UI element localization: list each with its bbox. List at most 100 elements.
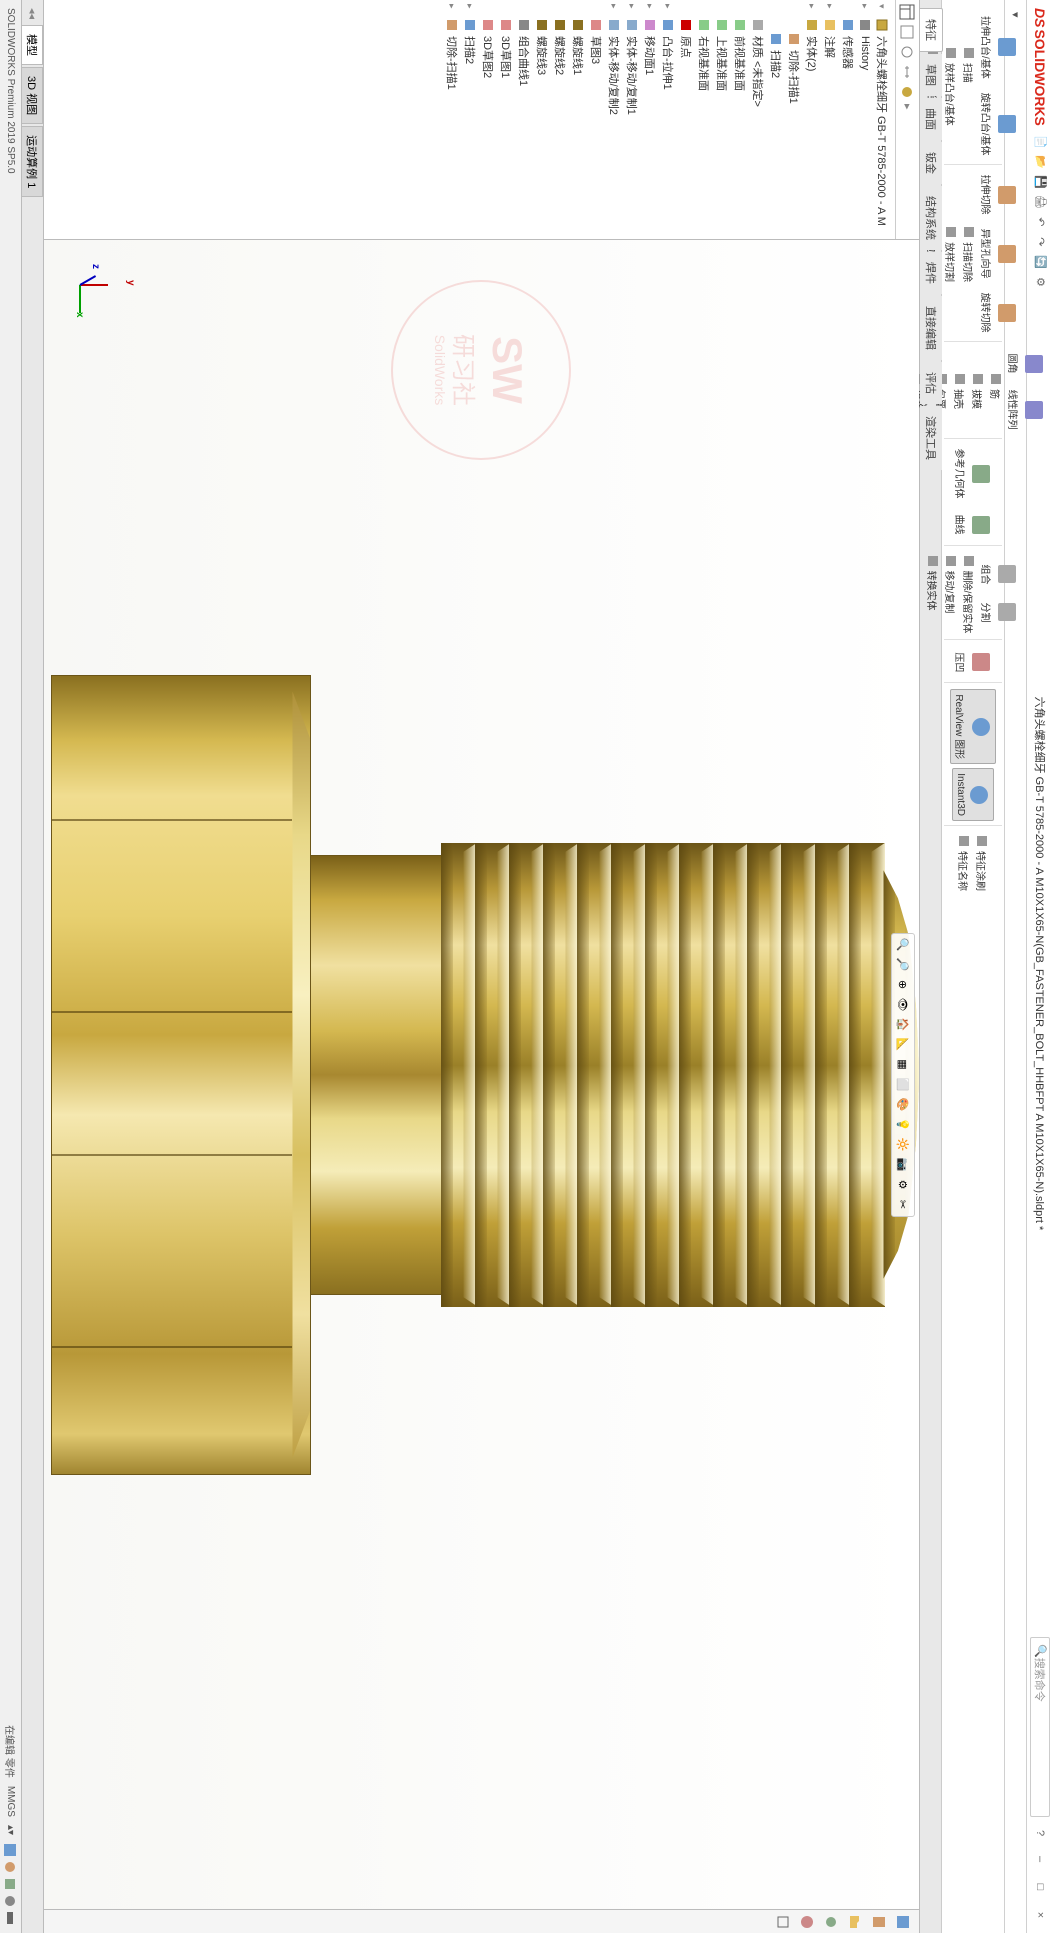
ribbon-button[interactable]: 异型孔向导 bbox=[978, 225, 1022, 283]
ribbon-button[interactable]: 分割 bbox=[978, 596, 1022, 628]
ribbon-button[interactable]: 旋转凸台/基体 bbox=[978, 89, 1022, 160]
status-icon-5[interactable] bbox=[4, 1911, 18, 1925]
config-manager-icon[interactable] bbox=[900, 44, 916, 60]
ribbon-tab[interactable]: 结构系统 bbox=[920, 186, 942, 250]
ribbon-toggle-button[interactable]: Instant3D bbox=[952, 768, 994, 821]
view-tool-1[interactable]: 🔎 bbox=[894, 956, 912, 974]
tree-item[interactable]: 3D草图2 bbox=[479, 2, 497, 237]
tree-item[interactable]: 传感器 bbox=[839, 2, 857, 237]
view-tool-0[interactable]: 🔍 bbox=[894, 936, 912, 954]
ribbon-button[interactable]: 曲线 bbox=[951, 509, 995, 541]
rebuild-icon[interactable]: 🔄 bbox=[1033, 254, 1049, 270]
ribbon-button[interactable]: 参考几何体 bbox=[951, 445, 995, 503]
tree-item[interactable]: 螺旋线2 bbox=[551, 2, 569, 237]
tree-item[interactable]: 右视基准面 bbox=[695, 2, 713, 237]
tree-item[interactable]: 螺旋线1 bbox=[569, 2, 587, 237]
status-icon-2[interactable] bbox=[4, 1860, 18, 1874]
command-search[interactable]: 🔍 搜索命令 bbox=[1031, 1637, 1051, 1817]
view-tool-8[interactable]: 🎨 bbox=[894, 1096, 912, 1114]
tree-item[interactable]: ▸实体-移动/复制2 bbox=[605, 2, 623, 237]
ribbon-button[interactable]: 拉伸凸台/基体 bbox=[978, 12, 1022, 83]
ribbon-button-small[interactable]: 删除/保留实体 bbox=[961, 552, 978, 636]
save-icon[interactable]: 💾 bbox=[1033, 174, 1049, 190]
dim-manager-icon[interactable] bbox=[900, 64, 916, 80]
model-tab[interactable]: 模型 bbox=[22, 25, 44, 65]
undo-icon[interactable]: ↶ bbox=[1033, 214, 1049, 230]
minimize-button[interactable]: – bbox=[1031, 1849, 1051, 1869]
view-tool-11[interactable]: 📷 bbox=[894, 1156, 912, 1174]
ribbon-tab[interactable]: 特征 bbox=[920, 8, 943, 52]
status-units[interactable]: MMGS bbox=[5, 1786, 16, 1817]
ribbon-button[interactable]: 线性阵列 bbox=[1005, 386, 1049, 434]
ribbon-tab[interactable]: 钣金 bbox=[920, 142, 942, 184]
view-tool-7[interactable]: ⬜ bbox=[894, 1076, 912, 1094]
new-file-icon[interactable]: 📄 bbox=[1033, 134, 1049, 150]
ribbon-tab[interactable]: 焊件 bbox=[920, 252, 942, 294]
status-icon-4[interactable] bbox=[4, 1894, 18, 1908]
ribbon-tab[interactable]: 评估 bbox=[920, 362, 942, 404]
tree-item[interactable]: 螺旋线3 bbox=[533, 2, 551, 237]
tree-item[interactable]: ▸移动面1 bbox=[641, 2, 659, 237]
tree-item[interactable]: ▸注解 bbox=[821, 2, 839, 237]
status-icon-3[interactable] bbox=[4, 1877, 18, 1891]
options-icon[interactable]: ⚙ bbox=[1033, 274, 1049, 290]
ribbon-button-small[interactable]: 特征涂刷 bbox=[974, 832, 991, 893]
tree-item[interactable]: ▸实体-移动/复制1 bbox=[623, 2, 641, 237]
ribbon-button[interactable]: 压凹 bbox=[951, 646, 995, 678]
property-manager-icon[interactable] bbox=[900, 24, 916, 40]
ribbon-toggle-button[interactable]: RealView 图形 bbox=[950, 689, 996, 764]
tree-item[interactable]: 3D草图1 bbox=[497, 2, 515, 237]
view-tool-2[interactable]: ⊕ bbox=[894, 976, 912, 994]
resources-icon[interactable] bbox=[895, 1914, 911, 1930]
tree-item[interactable]: 切除-扫描1 bbox=[785, 2, 803, 237]
view-tool-3[interactable]: 👁 bbox=[894, 996, 912, 1014]
orientation-triad[interactable]: y x z bbox=[72, 254, 132, 314]
ribbon-button[interactable]: 圆角 bbox=[1005, 348, 1049, 380]
feature-manager-icon[interactable] bbox=[900, 4, 916, 20]
maximize-button[interactable]: □ bbox=[1031, 1877, 1051, 1897]
open-file-icon[interactable]: 📂 bbox=[1033, 154, 1049, 170]
ribbon-button-small[interactable]: 转换实体 bbox=[925, 552, 942, 636]
ribbon-tab[interactable]: 草图 bbox=[920, 54, 942, 96]
tree-item[interactable]: ▸凸台-拉伸1 bbox=[659, 2, 677, 237]
view-tool-13[interactable]: ✂ bbox=[894, 1196, 912, 1214]
ribbon-tab[interactable]: 渲染工具 bbox=[920, 406, 942, 470]
model-tab[interactable]: 3D 视图 bbox=[22, 67, 44, 124]
tree-item[interactable]: ▸History bbox=[857, 2, 873, 237]
tree-root[interactable]: ▾ 六角头螺栓细牙 GB-T 5785-2000 - A M bbox=[873, 2, 891, 237]
ribbon-button-small[interactable]: 移动/复制 bbox=[943, 552, 960, 636]
ribbon-button-small[interactable]: 扫描切除 bbox=[961, 223, 978, 284]
graphics-viewport[interactable]: 🔍🔎⊕👁🏠📐▦⬜🎨💡🔆📷⚙✂ SW 研习社 SolidWorks bbox=[44, 240, 919, 1909]
tree-item[interactable]: 扫描2 bbox=[767, 2, 785, 237]
tree-item[interactable]: 材质 <未指定> bbox=[749, 2, 767, 237]
view-palette-icon[interactable] bbox=[823, 1914, 839, 1930]
tree-item[interactable]: 组合曲线1 bbox=[515, 2, 533, 237]
file-explorer-icon[interactable] bbox=[847, 1914, 863, 1930]
tree-item[interactable]: 草图3 bbox=[587, 2, 605, 237]
ribbon-button[interactable]: 旋转切除 bbox=[978, 289, 1022, 337]
design-library-icon[interactable] bbox=[871, 1914, 887, 1930]
tree-item[interactable]: ▸实体(2) bbox=[803, 2, 821, 237]
ribbon-button[interactable]: 拉伸切除 bbox=[978, 171, 1022, 219]
display-manager-icon[interactable] bbox=[900, 84, 916, 100]
tree-tab-more[interactable]: ▸ bbox=[901, 104, 914, 110]
help-icon[interactable]: ? bbox=[1033, 1825, 1049, 1841]
view-tool-6[interactable]: ▦ bbox=[894, 1056, 912, 1074]
status-arrows[interactable]: ▴▾ bbox=[5, 1825, 16, 1835]
ribbon-button-small[interactable]: 放样凸台/基体 bbox=[943, 44, 960, 128]
appearances-icon[interactable] bbox=[799, 1914, 815, 1930]
view-tool-5[interactable]: 📐 bbox=[894, 1036, 912, 1054]
ribbon-button-small[interactable]: 抽壳 bbox=[952, 370, 969, 411]
view-tool-12[interactable]: ⚙ bbox=[894, 1176, 912, 1194]
tree-item[interactable]: 上视基准面 bbox=[713, 2, 731, 237]
close-button[interactable]: × bbox=[1031, 1905, 1051, 1925]
ribbon-button[interactable]: 组合 bbox=[978, 558, 1022, 590]
view-tool-4[interactable]: 🏠 bbox=[894, 1016, 912, 1034]
model-tab[interactable]: 运动算例 1 bbox=[22, 126, 44, 197]
print-icon[interactable]: 🖨 bbox=[1033, 194, 1049, 210]
view-tool-10[interactable]: 🔆 bbox=[894, 1136, 912, 1154]
ribbon-button-small[interactable]: 拔模 bbox=[970, 370, 987, 411]
ribbon-button-small[interactable]: 放样切割 bbox=[943, 223, 960, 284]
status-icon-1[interactable] bbox=[4, 1843, 18, 1857]
ribbon-tab[interactable]: 直接编辑 bbox=[920, 296, 942, 360]
